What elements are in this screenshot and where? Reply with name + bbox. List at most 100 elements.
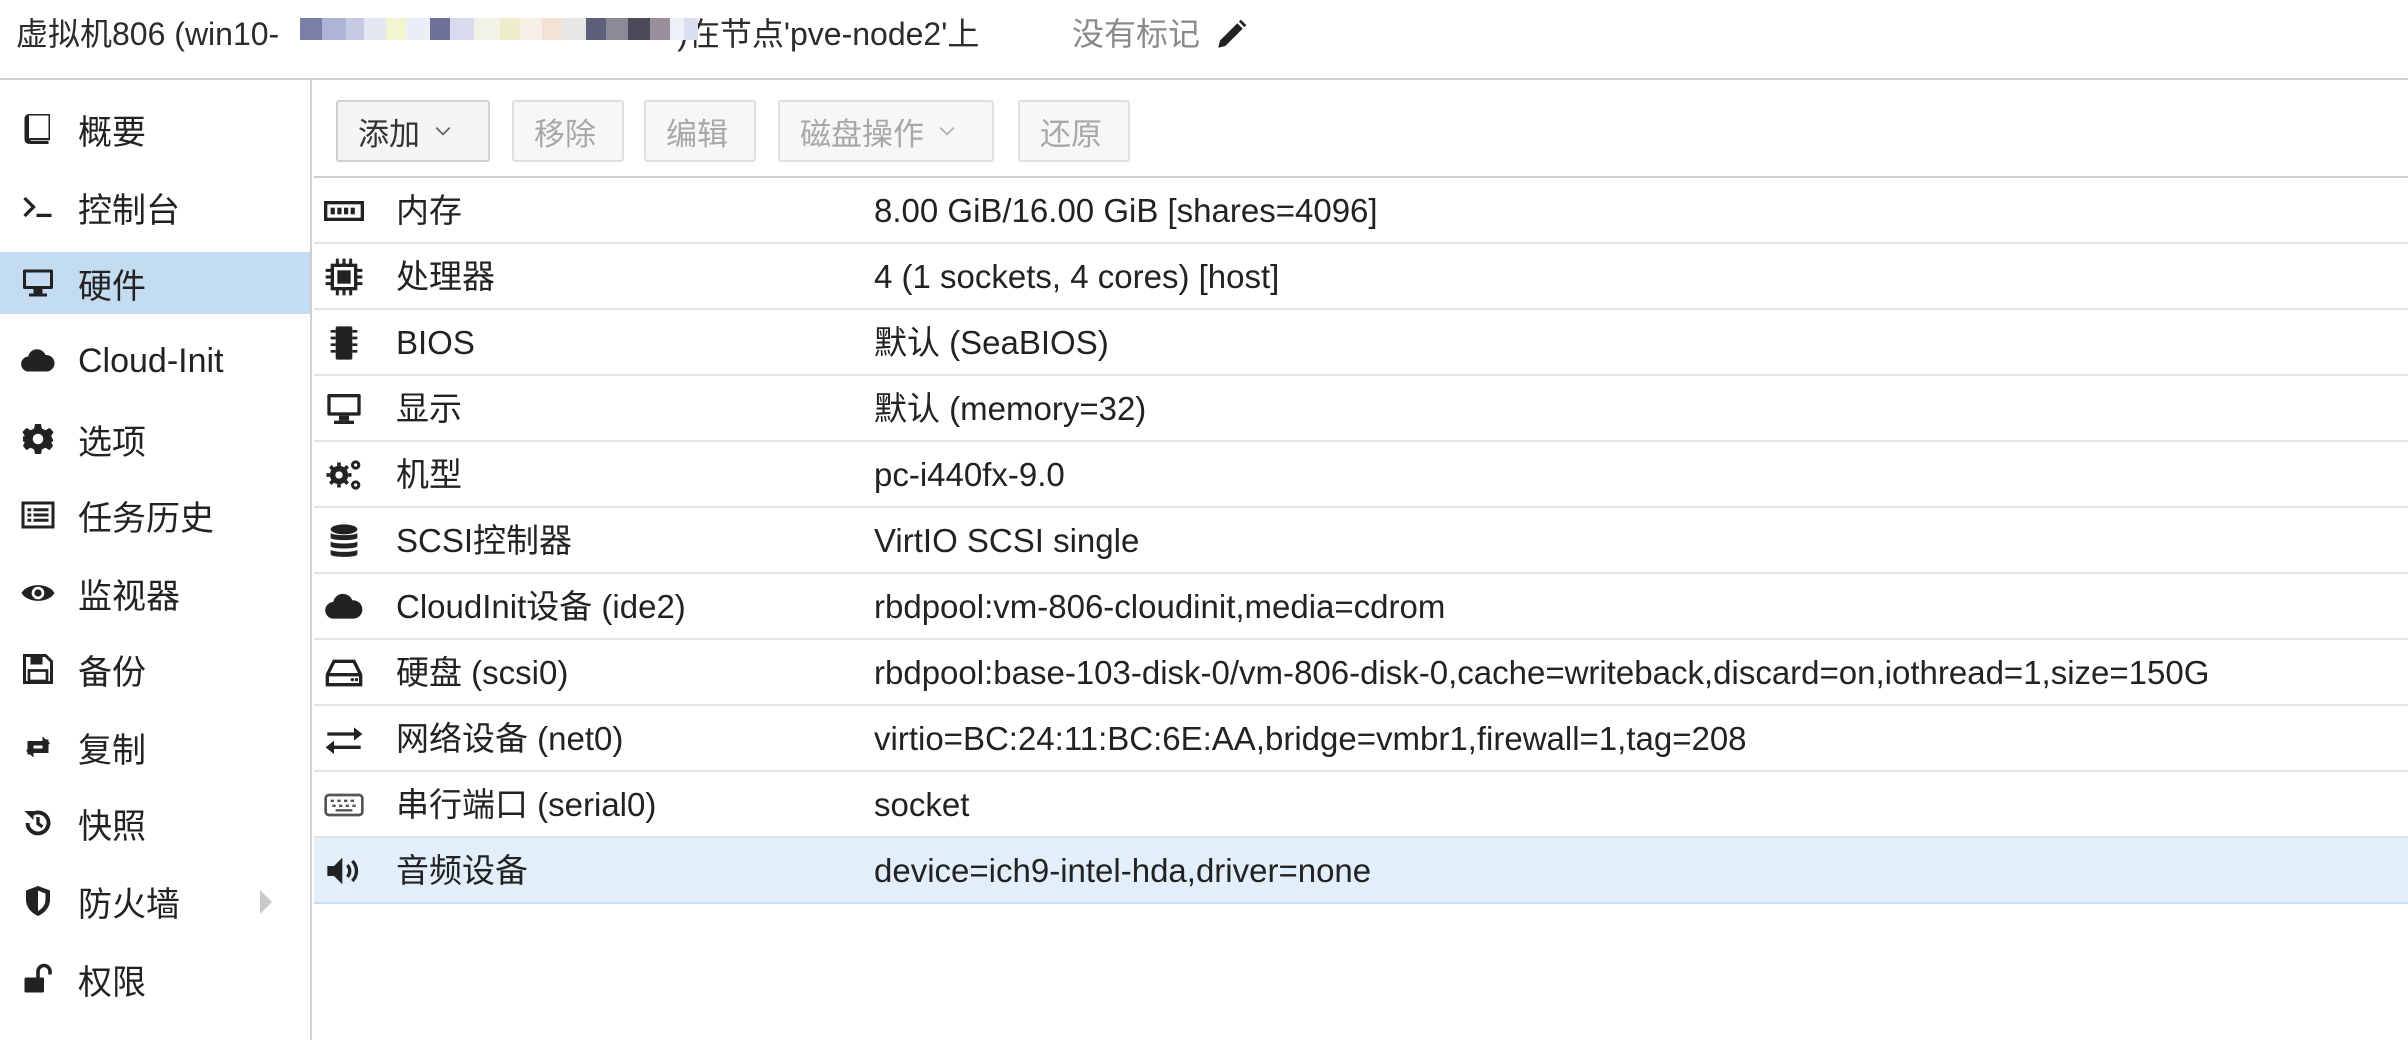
sidebar-item-label: 备份 — [78, 653, 146, 692]
sidebar-item-label: 快照 — [78, 807, 146, 846]
table-row[interactable]: 显示 默认 (memory=32) — [314, 376, 2408, 442]
redacted-region — [300, 18, 698, 40]
sidebar-item-label: 控制台 — [78, 191, 180, 230]
hdd-icon — [322, 651, 366, 695]
sidebar-item-label: 概要 — [78, 113, 146, 152]
unlock-icon — [16, 957, 60, 1001]
disk-action-button-label: 磁盘操作 — [800, 116, 924, 152]
pencil-icon[interactable] — [1214, 18, 1248, 52]
sidebar-item-task-history[interactable]: 任务历史 — [0, 484, 310, 546]
sidebar-item-label: 选项 — [78, 423, 146, 462]
sidebar-item-hardware[interactable]: 硬件 — [0, 252, 310, 314]
row-value: pc-i440fx-9.0 — [874, 456, 1065, 493]
hardware-toolbar: 添加 移除 编辑 磁盘操作 还原 — [314, 82, 2408, 178]
cloud-icon — [322, 585, 366, 629]
sidebar-item-cloud-init[interactable]: Cloud-Init — [0, 330, 310, 392]
vm-title-prefix: 虚拟机806 (win10- — [16, 16, 280, 52]
sidebar-item-label: 硬件 — [78, 267, 146, 306]
table-row[interactable]: BIOS 默认 (SeaBIOS) — [314, 310, 2408, 376]
floppy-icon — [16, 647, 60, 691]
row-value: 默认 (memory=32) — [874, 390, 1147, 427]
row-value: rbdpool:base-103-disk-0/vm-806-disk-0,ca… — [874, 654, 2210, 691]
add-button[interactable]: 添加 — [336, 100, 490, 162]
table-row[interactable]: 机型 pc-i440fx-9.0 — [314, 442, 2408, 508]
expand-arrow-icon[interactable] — [260, 890, 272, 914]
exchange-icon — [322, 717, 366, 761]
disk-action-button[interactable]: 磁盘操作 — [778, 100, 994, 162]
sidebar-item-snapshot[interactable]: 快照 — [0, 792, 310, 854]
gear-icon — [16, 417, 60, 461]
sidebar-item-options[interactable]: 选项 — [0, 408, 310, 470]
sidebar-item-label: Cloud-Init — [78, 341, 224, 380]
row-value: socket — [874, 786, 970, 823]
cogs-icon — [322, 453, 366, 497]
table-row[interactable]: CloudInit设备 (ide2) rbdpool:vm-806-cloudi… — [314, 574, 2408, 640]
row-value: 默认 (SeaBIOS) — [874, 324, 1109, 361]
table-row[interactable]: 网络设备 (net0) virtio=BC:24:11:BC:6E:AA,bri… — [314, 706, 2408, 772]
row-name: 显示 — [396, 390, 462, 427]
desktop-icon — [322, 387, 366, 431]
title-bar: 虚拟机806 (win10- )在节点'pve-node2'上 没有标记 — [0, 0, 2408, 80]
sidebar-item-label: 监视器 — [78, 577, 180, 616]
terminal-icon — [16, 185, 60, 229]
history-icon — [16, 801, 60, 845]
database-icon — [322, 519, 366, 563]
revert-button[interactable]: 还原 — [1018, 100, 1130, 162]
table-row[interactable]: SCSI控制器 VirtIO SCSI single — [314, 508, 2408, 574]
sidebar-item-permissions[interactable]: 权限 — [0, 948, 310, 1010]
row-name: 机型 — [396, 456, 462, 493]
remove-button-label: 移除 — [534, 116, 596, 152]
sidebar-item-console[interactable]: 控制台 — [0, 176, 310, 238]
row-name: CloudInit设备 (ide2) — [396, 588, 686, 625]
row-value: device=ich9-intel-hda,driver=none — [874, 852, 1372, 889]
shield-icon — [16, 879, 60, 923]
microchip-icon — [322, 321, 366, 365]
row-value: virtio=BC:24:11:BC:6E:AA,bridge=vmbr1,fi… — [874, 720, 1747, 757]
keyboard-icon — [322, 783, 366, 827]
sidebar-item-label: 防火墙 — [78, 885, 180, 924]
table-row[interactable]: 处理器 4 (1 sockets, 4 cores) [host] — [314, 244, 2408, 310]
sidebar-nav: 概要 控制台 硬件 Cloud-Init 选项 任务历史 监视器 备份 复制 快… — [0, 80, 312, 1040]
sidebar-item-firewall[interactable]: 防火墙 — [0, 870, 310, 932]
row-name: 音频设备 — [396, 852, 528, 889]
cloud-icon — [16, 339, 60, 383]
tags-label: 没有标记 — [1072, 16, 1201, 52]
sidebar-item-label: 复制 — [78, 731, 146, 770]
remove-button[interactable]: 移除 — [512, 100, 624, 162]
retweet-icon — [16, 725, 60, 769]
sidebar-item-backup[interactable]: 备份 — [0, 638, 310, 700]
row-name: 硬盘 (scsi0) — [396, 654, 569, 691]
row-value: rbdpool:vm-806-cloudinit,media=cdrom — [874, 588, 1446, 625]
row-value: 4 (1 sockets, 4 cores) [host] — [874, 258, 1280, 295]
cpu-icon — [322, 255, 366, 299]
sidebar-item-summary[interactable]: 概要 — [0, 98, 310, 160]
table-row[interactable]: 音频设备 device=ich9-intel-hda,driver=none — [314, 838, 2408, 904]
row-name: 处理器 — [396, 258, 495, 295]
sidebar-item-monitor[interactable]: 监视器 — [0, 562, 310, 624]
revert-button-label: 还原 — [1040, 116, 1102, 152]
row-name: 内存 — [396, 192, 462, 229]
desktop-icon — [16, 261, 60, 305]
table-row[interactable]: 内存 8.00 GiB/16.00 GiB [shares=4096] — [314, 178, 2408, 244]
row-name: BIOS — [396, 324, 475, 361]
edit-button[interactable]: 编辑 — [644, 100, 756, 162]
volume-icon — [322, 849, 366, 893]
memory-icon — [322, 189, 366, 233]
chevron-down-icon — [435, 126, 451, 136]
table-row[interactable]: 硬盘 (scsi0) rbdpool:base-103-disk-0/vm-80… — [314, 640, 2408, 706]
row-name: 网络设备 (net0) — [396, 720, 624, 757]
vm-title-suffix: )在节点'pve-node2'上 — [677, 16, 980, 52]
edit-button-label: 编辑 — [666, 116, 728, 152]
row-name: SCSI控制器 — [396, 522, 573, 559]
sidebar-item-label: 任务历史 — [78, 499, 214, 538]
table-row[interactable]: 串行端口 (serial0) socket — [314, 772, 2408, 838]
list-icon — [16, 493, 60, 537]
sidebar-item-replication[interactable]: 复制 — [0, 716, 310, 778]
eye-icon — [16, 571, 60, 615]
row-value: 8.00 GiB/16.00 GiB [shares=4096] — [874, 192, 1378, 229]
sidebar-item-label: 权限 — [78, 963, 146, 1002]
chevron-down-icon — [939, 126, 955, 136]
row-name: 串行端口 (serial0) — [396, 786, 657, 823]
add-button-label: 添加 — [358, 116, 420, 152]
book-icon — [16, 107, 60, 151]
